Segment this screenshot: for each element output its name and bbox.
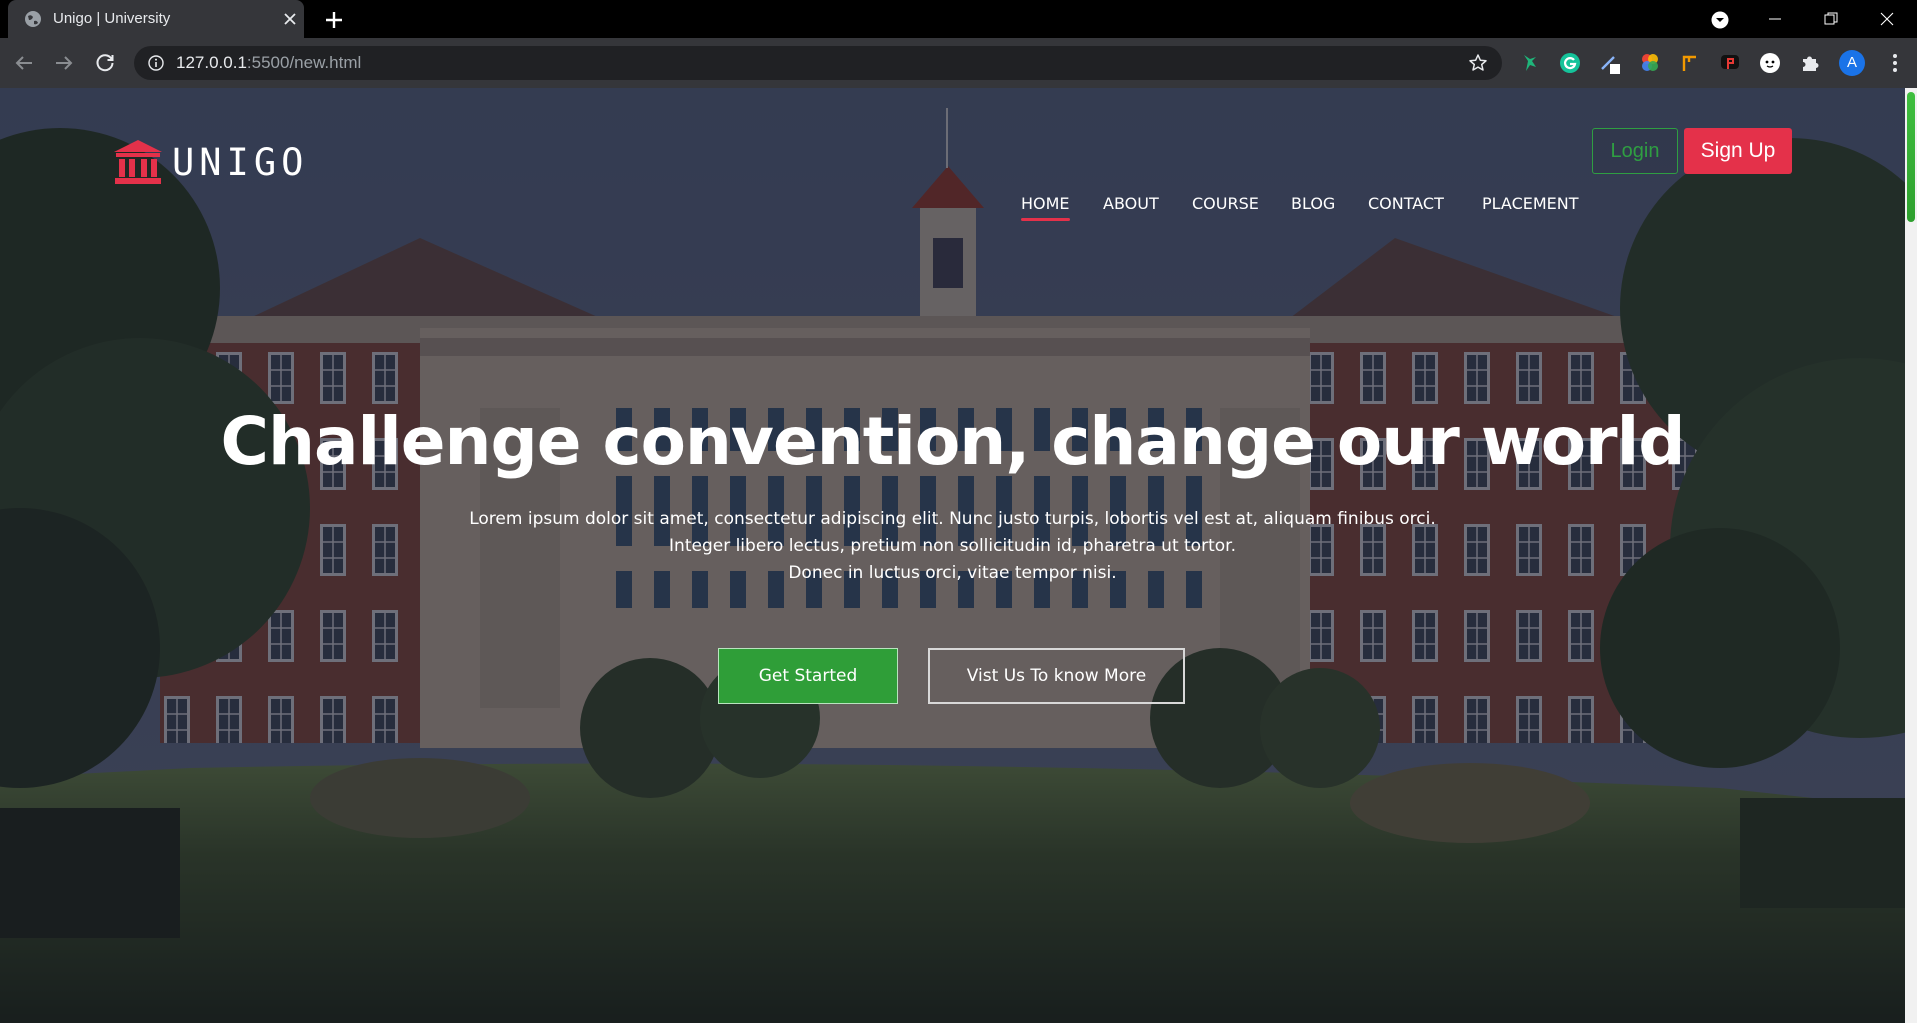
scrollbar-thumb[interactable] bbox=[1907, 92, 1915, 222]
url-host: 127.0.0.1 bbox=[176, 53, 247, 72]
browser-tab[interactable]: Unigo | University bbox=[8, 0, 304, 38]
nav-about[interactable]: ABOUT bbox=[1103, 194, 1159, 213]
signup-button[interactable]: Sign Up bbox=[1684, 128, 1792, 174]
login-button[interactable]: Login bbox=[1592, 128, 1678, 174]
forward-arrow-icon[interactable] bbox=[52, 51, 76, 75]
more-menu-icon[interactable] bbox=[1883, 51, 1907, 75]
hero-line-3: Donec in luctus orci, vitae tempor nisi. bbox=[788, 563, 1117, 583]
url-text[interactable]: 127.0.0.1:5500/new.html bbox=[176, 53, 361, 73]
university-building-icon bbox=[114, 140, 162, 184]
puzzle-icon[interactable] bbox=[1798, 51, 1822, 75]
minimize-icon bbox=[1769, 18, 1781, 20]
nav-course[interactable]: COURSE bbox=[1192, 194, 1259, 213]
cat-extension-icon[interactable] bbox=[1758, 51, 1782, 75]
orange-extension-icon[interactable] bbox=[1678, 51, 1702, 75]
back-arrow-icon[interactable] bbox=[12, 51, 36, 75]
red-black-extension-icon[interactable] bbox=[1718, 51, 1742, 75]
reload-icon[interactable] bbox=[93, 51, 117, 75]
nav-blog[interactable]: BLOG bbox=[1291, 194, 1335, 213]
bird-extension-icon[interactable] bbox=[1518, 51, 1542, 75]
tab-title: Unigo | University bbox=[53, 10, 171, 27]
restore-icon bbox=[1824, 12, 1838, 25]
close-window-button[interactable] bbox=[1860, 0, 1916, 38]
grammarly-icon[interactable] bbox=[1558, 51, 1582, 75]
url-path: :5500/new.html bbox=[246, 53, 362, 72]
hero-line-1: Lorem ipsum dolor sit amet, consectetur … bbox=[469, 509, 1436, 529]
page-scrollbar[interactable] bbox=[1905, 88, 1917, 1023]
hero-description: Lorem ipsum dolor sit amet, consectetur … bbox=[0, 506, 1905, 587]
browser-toolbar: 127.0.0.1:5500/new.html A bbox=[0, 38, 1917, 88]
profile-avatar[interactable]: A bbox=[1839, 50, 1865, 76]
site-info-icon[interactable] bbox=[148, 55, 164, 71]
new-tab-icon[interactable] bbox=[322, 8, 346, 32]
tab-search-icon bbox=[1711, 11, 1729, 29]
page-viewport: UNIGO HOME ABOUT COURSE BLOG CONTACT PLA… bbox=[0, 88, 1905, 1023]
close-tab-icon[interactable] bbox=[280, 9, 300, 29]
globe-icon bbox=[25, 11, 41, 27]
restore-button[interactable] bbox=[1804, 0, 1860, 38]
color-wheel-icon[interactable] bbox=[1638, 51, 1662, 75]
minimize-button[interactable] bbox=[1748, 0, 1804, 38]
browser-tab-strip: Unigo | University bbox=[0, 0, 1917, 38]
nav-placement[interactable]: PLACEMENT bbox=[1482, 194, 1579, 213]
tab-search-button[interactable] bbox=[1692, 0, 1748, 38]
bookmark-star-icon[interactable] bbox=[1468, 53, 1488, 73]
hero-title: Challenge convention, change our world bbox=[220, 403, 1686, 480]
get-started-button[interactable]: Get Started bbox=[718, 648, 898, 704]
site-logo[interactable]: UNIGO bbox=[112, 138, 308, 186]
nav-contact[interactable]: CONTACT bbox=[1368, 194, 1444, 213]
visit-us-button[interactable]: Vist Us To know More bbox=[928, 648, 1185, 704]
close-window-icon bbox=[1880, 12, 1894, 26]
address-bar[interactable]: 127.0.0.1:5500/new.html bbox=[134, 46, 1502, 80]
hero-line-2: Integer libero lectus, pretium non solli… bbox=[669, 536, 1236, 556]
pen-extension-icon[interactable] bbox=[1598, 51, 1622, 75]
logo-text: UNIGO bbox=[172, 140, 309, 184]
nav-home[interactable]: HOME bbox=[1021, 194, 1070, 221]
